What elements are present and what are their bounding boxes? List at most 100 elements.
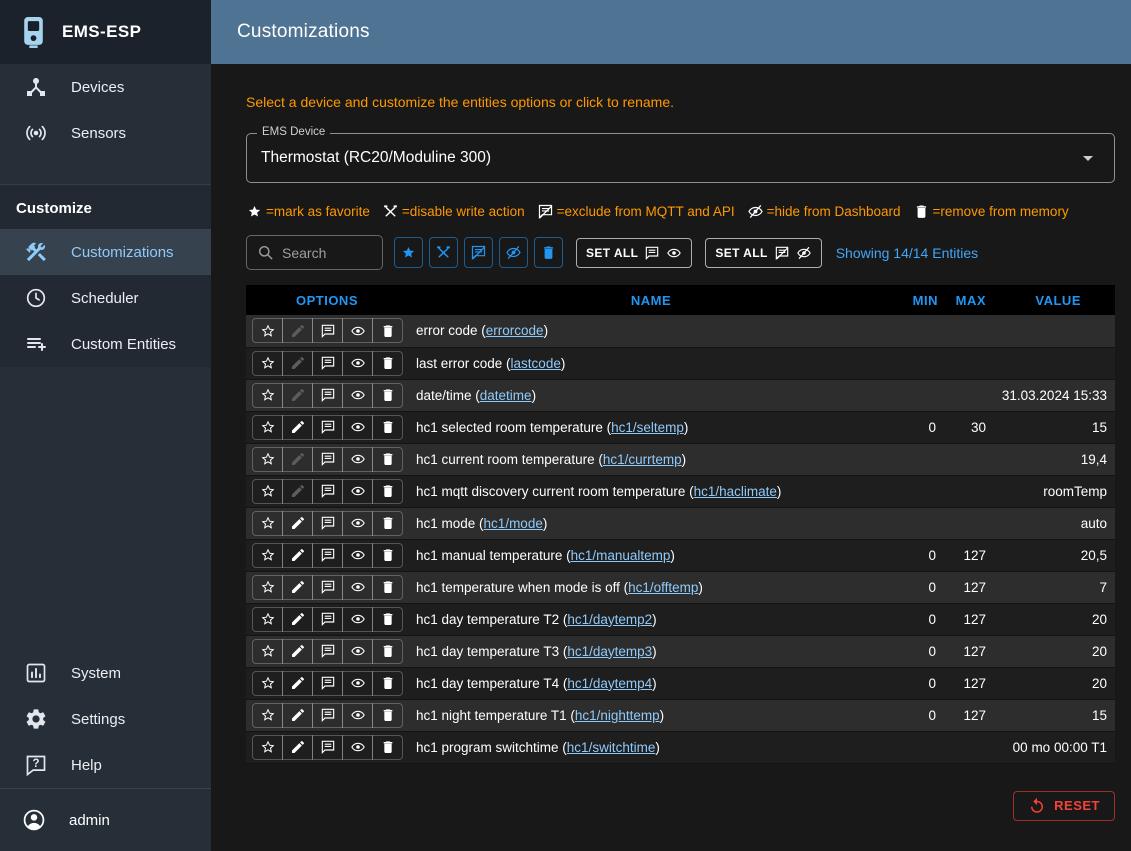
exclude-mqtt-toggle[interactable] — [312, 351, 343, 376]
visibility-toggle[interactable] — [342, 639, 373, 664]
entity-shortname-link[interactable]: hc1/haclimate — [694, 484, 777, 499]
visibility-toggle[interactable] — [342, 543, 373, 568]
remove-memory-toggle[interactable] — [372, 479, 403, 504]
exclude-mqtt-toggle[interactable] — [312, 318, 343, 343]
entity-name[interactable]: hc1 day temperature T4 (hc1/daytemp4) — [408, 667, 894, 699]
sidebar-item-sensors[interactable]: Sensors — [0, 110, 211, 156]
remove-memory-toggle[interactable] — [372, 575, 403, 600]
entity-shortname-link[interactable]: lastcode — [511, 356, 561, 371]
write-toggle[interactable] — [282, 479, 313, 504]
favorite-toggle[interactable] — [252, 415, 283, 440]
entity-shortname-link[interactable]: hc1/daytemp4 — [567, 676, 652, 691]
remove-memory-toggle[interactable] — [372, 607, 403, 632]
entity-name[interactable]: hc1 day temperature T2 (hc1/daytemp2) — [408, 603, 894, 635]
remove-memory-toggle[interactable] — [372, 735, 403, 760]
entity-shortname-link[interactable]: hc1/daytemp3 — [567, 644, 652, 659]
favorite-toggle[interactable] — [252, 575, 283, 600]
exclude-mqtt-toggle[interactable] — [312, 543, 343, 568]
entity-shortname-link[interactable]: errorcode — [486, 323, 544, 338]
favorite-filter[interactable] — [394, 237, 423, 268]
entity-name[interactable]: hc1 selected room temperature (hc1/selte… — [408, 411, 894, 443]
entity-shortname-link[interactable]: hc1/daytemp2 — [567, 612, 652, 627]
remove-memory-toggle[interactable] — [372, 639, 403, 664]
sidebar-item-devices[interactable]: Devices — [0, 64, 211, 110]
hide-dashboard-filter[interactable] — [499, 237, 528, 268]
favorite-toggle[interactable] — [252, 735, 283, 760]
visibility-toggle[interactable] — [342, 607, 373, 632]
visibility-toggle[interactable] — [342, 479, 373, 504]
search-input[interactable] — [282, 245, 373, 261]
visibility-toggle[interactable] — [342, 735, 373, 760]
favorite-toggle[interactable] — [252, 607, 283, 632]
entity-shortname-link[interactable]: hc1/offtemp — [628, 580, 698, 595]
exclude-mqtt-toggle[interactable] — [312, 671, 343, 696]
remove-memory-toggle[interactable] — [372, 415, 403, 440]
entity-shortname-link[interactable]: datetime — [480, 388, 532, 403]
sidebar-item-custom-entities[interactable]: Custom Entities — [0, 321, 211, 367]
write-toggle[interactable] — [282, 511, 313, 536]
write-toggle[interactable] — [282, 639, 313, 664]
exclude-mqtt-toggle[interactable] — [312, 415, 343, 440]
visibility-toggle[interactable] — [342, 703, 373, 728]
exclude-mqtt-toggle[interactable] — [312, 479, 343, 504]
entity-name[interactable]: hc1 night temperature T1 (hc1/nighttemp) — [408, 699, 894, 731]
disable-write-filter[interactable] — [429, 237, 458, 268]
visibility-toggle[interactable] — [342, 447, 373, 472]
write-toggle[interactable] — [282, 671, 313, 696]
write-toggle[interactable] — [282, 575, 313, 600]
exclude-mqtt-toggle[interactable] — [312, 383, 343, 408]
entity-shortname-link[interactable]: hc1/currtemp — [603, 452, 682, 467]
exclude-mqtt-toggle[interactable] — [312, 575, 343, 600]
remove-memory-toggle[interactable] — [372, 383, 403, 408]
sidebar-item-help[interactable]: ?Help — [0, 742, 211, 788]
remove-memory-toggle[interactable] — [372, 511, 403, 536]
sidebar-user[interactable]: admin — [0, 789, 211, 851]
favorite-toggle[interactable] — [252, 639, 283, 664]
set-all-button-2[interactable]: SET ALL — [705, 238, 821, 268]
write-toggle[interactable] — [282, 415, 313, 440]
write-toggle[interactable] — [282, 607, 313, 632]
exclude-mqtt-toggle[interactable] — [312, 511, 343, 536]
sidebar-item-customizations[interactable]: Customizations — [0, 229, 211, 275]
favorite-toggle[interactable] — [252, 447, 283, 472]
write-toggle[interactable] — [282, 447, 313, 472]
visibility-toggle[interactable] — [342, 415, 373, 440]
favorite-toggle[interactable] — [252, 703, 283, 728]
write-toggle[interactable] — [282, 703, 313, 728]
entity-name[interactable]: hc1 manual temperature (hc1/manualtemp) — [408, 539, 894, 571]
visibility-toggle[interactable] — [342, 511, 373, 536]
favorite-toggle[interactable] — [252, 479, 283, 504]
entity-name[interactable]: error code (errorcode) — [408, 315, 894, 347]
entity-name[interactable]: hc1 mode (hc1/mode) — [408, 507, 894, 539]
favorite-toggle[interactable] — [252, 318, 283, 343]
favorite-toggle[interactable] — [252, 671, 283, 696]
write-toggle[interactable] — [282, 735, 313, 760]
remove-memory-toggle[interactable] — [372, 543, 403, 568]
sidebar-item-system[interactable]: System — [0, 650, 211, 696]
favorite-toggle[interactable] — [252, 383, 283, 408]
visibility-toggle[interactable] — [342, 351, 373, 376]
favorite-toggle[interactable] — [252, 511, 283, 536]
exclude-mqtt-toggle[interactable] — [312, 735, 343, 760]
exclude-mqtt-toggle[interactable] — [312, 447, 343, 472]
entity-name[interactable]: hc1 current room temperature (hc1/currte… — [408, 443, 894, 475]
entity-name[interactable]: last error code (lastcode) — [408, 347, 894, 379]
entity-name[interactable]: hc1 temperature when mode is off (hc1/of… — [408, 571, 894, 603]
write-toggle[interactable] — [282, 351, 313, 376]
favorite-toggle[interactable] — [252, 351, 283, 376]
remove-memory-toggle[interactable] — [372, 671, 403, 696]
device-select[interactable]: EMS Device Thermostat (RC20/Moduline 300… — [246, 133, 1115, 183]
remove-memory-toggle[interactable] — [372, 703, 403, 728]
remove-memory-toggle[interactable] — [372, 447, 403, 472]
set-all-button-1[interactable]: SET ALL — [576, 238, 692, 268]
exclude-mqtt-toggle[interactable] — [312, 703, 343, 728]
visibility-toggle[interactable] — [342, 318, 373, 343]
visibility-toggle[interactable] — [342, 575, 373, 600]
entity-name[interactable]: date/time (datetime) — [408, 379, 894, 411]
entity-shortname-link[interactable]: hc1/seltemp — [611, 420, 684, 435]
remove-memory-toggle[interactable] — [372, 318, 403, 343]
write-toggle[interactable] — [282, 383, 313, 408]
write-toggle[interactable] — [282, 318, 313, 343]
favorite-toggle[interactable] — [252, 543, 283, 568]
entity-shortname-link[interactable]: hc1/mode — [484, 516, 543, 531]
